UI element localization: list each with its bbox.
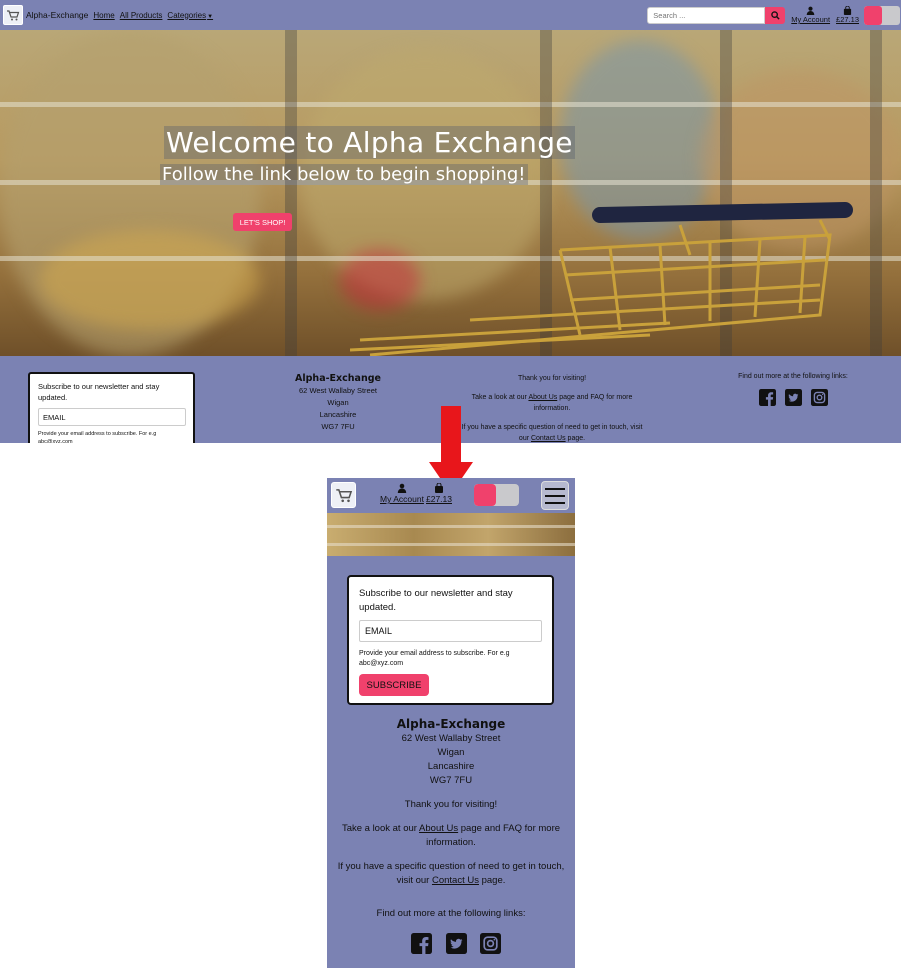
my-account-label: My Account [380,494,424,504]
email-field[interactable]: EMAIL [359,620,542,642]
address-line: Lancashire [427,761,475,772]
my-account-label: My Account [791,15,831,24]
address-line: 62 West Wallaby Street [299,386,377,395]
about-us-link[interactable]: About Us [419,823,458,834]
facebook-icon[interactable] [411,933,432,954]
my-account-link[interactable]: My Account [380,483,424,504]
cabinet-frame [285,30,297,356]
bag-total: £27.13 [836,15,859,24]
shopping-bag-link[interactable]: £27.13 [426,483,452,504]
contact-post: page. [565,435,586,442]
navbar-right: My Account £27.13 [647,0,901,30]
user-icon [397,483,407,493]
lets-shop-button[interactable]: LET'S SHOP! [233,213,292,231]
social-icons [720,389,866,406]
hero-title: Welcome to Alpha Exchange [164,126,575,159]
newsletter-text: Subscribe to our newsletter and stay upd… [359,588,513,613]
hero-subtitle: Follow the link below to begin shopping! [160,164,528,185]
links-title: Find out more at the following links: [376,908,526,919]
bag-total: £27.13 [426,494,452,504]
mobile-hero-strip [327,513,575,556]
shopping-cart-image [350,202,853,356]
nav-link-categories[interactable]: Categories▼ [167,11,213,20]
search-icon [770,10,780,20]
cart-logo-icon[interactable] [3,5,23,25]
hamburger-icon[interactable] [541,481,569,510]
about-text: Take a look at our About Us page and FAQ… [460,392,644,414]
nav-link-home[interactable]: Home [93,11,114,20]
links-title: Find out more at the following links: [738,373,848,380]
contact-text: If you have a specific question of need … [460,422,644,443]
address-line: 62 West Wallaby Street [401,733,501,744]
toggle-knob [474,484,496,506]
navbar: Alpha-Exchange Home All Products Categor… [0,0,901,30]
social-icons [411,933,501,954]
contact-us-link[interactable]: Contact Us [531,435,566,442]
company-name: Alpha-Exchange [295,373,381,384]
cart-logo-icon[interactable] [331,482,356,508]
desktop-screenshot: Alpha-Exchange Home All Products Categor… [0,0,901,443]
instagram-icon[interactable] [810,389,828,406]
address-line: Wigan [327,398,349,407]
thanks-section: Thank you for visiting! Take a look at o… [335,798,567,898]
subscribe-button[interactable]: SUBSCRIBE [359,674,429,696]
shelf-line [327,525,575,528]
shelf-line [0,102,901,107]
about-pre: Take a look at our [471,394,529,401]
about-text: Take a look at our About Us page and FAQ… [335,822,567,850]
contact-text: If you have a specific question of need … [335,860,567,888]
about-us-link[interactable]: About Us [528,394,557,401]
shelf-line [327,543,575,546]
mobile-navbar: My Account £27.13 [327,478,575,513]
address-line: Wigan [437,747,465,758]
shopping-bag-icon [435,483,443,493]
hero-banner: Welcome to Alpha Exchange Follow the lin… [0,30,901,356]
shopping-bag-icon [843,6,852,15]
search-button[interactable] [765,6,786,24]
newsletter-text: Subscribe to our newsletter and stay upd… [38,382,160,402]
newsletter-box: Subscribe to our newsletter and stay upd… [28,372,195,443]
address-line: WG7 7FU [429,775,473,786]
categories-label: Categories [167,10,207,20]
email-field[interactable]: EMAIL [38,408,186,426]
twitter-icon[interactable] [784,389,802,406]
thanks-text: Thank you for visiting! [517,375,587,382]
instagram-icon[interactable] [480,933,501,954]
caret-down-icon: ▼ [207,13,214,20]
newsletter-box: Subscribe to our newsletter and stay upd… [347,575,554,705]
company-address: Alpha-Exchange 62 West Wallaby Street Wi… [278,373,398,433]
thanks-section: Thank you for visiting! Take a look at o… [460,373,644,443]
facebook-icon[interactable] [758,389,776,406]
shopping-bag-link[interactable]: £27.13 [836,6,859,24]
user-icon [806,6,815,15]
thanks-text: Thank you for visiting! [404,799,498,810]
contact-us-link[interactable]: Contact Us [432,875,479,886]
toggle-knob [864,5,882,25]
company-address: Alpha-Exchange 62 West Wallaby Street Wi… [327,716,575,788]
theme-toggle[interactable] [474,484,519,506]
social-section: Find out more at the following links: [720,373,866,406]
hero-bg-boxes [40,230,260,330]
contact-post: page. [478,875,506,886]
twitter-icon[interactable] [445,933,467,954]
brand-name[interactable]: Alpha-Exchange [26,10,88,20]
company-name: Alpha-Exchange [396,717,506,731]
about-pre: Take a look at our [341,823,420,834]
mobile-screenshot: My Account £27.13 Subscribe to our newsl… [327,478,575,968]
nav-link-all-products[interactable]: All Products [120,11,163,20]
address-line: WG7 7FU [321,422,355,431]
email-help-text: Provide your email address to subscribe.… [38,431,157,443]
search-input[interactable] [647,6,766,24]
theme-toggle[interactable] [864,5,900,25]
address-line: Lancashire [319,410,357,419]
my-account-link[interactable]: My Account [791,6,830,24]
email-help-text: Provide your email address to subscribe.… [359,650,510,667]
